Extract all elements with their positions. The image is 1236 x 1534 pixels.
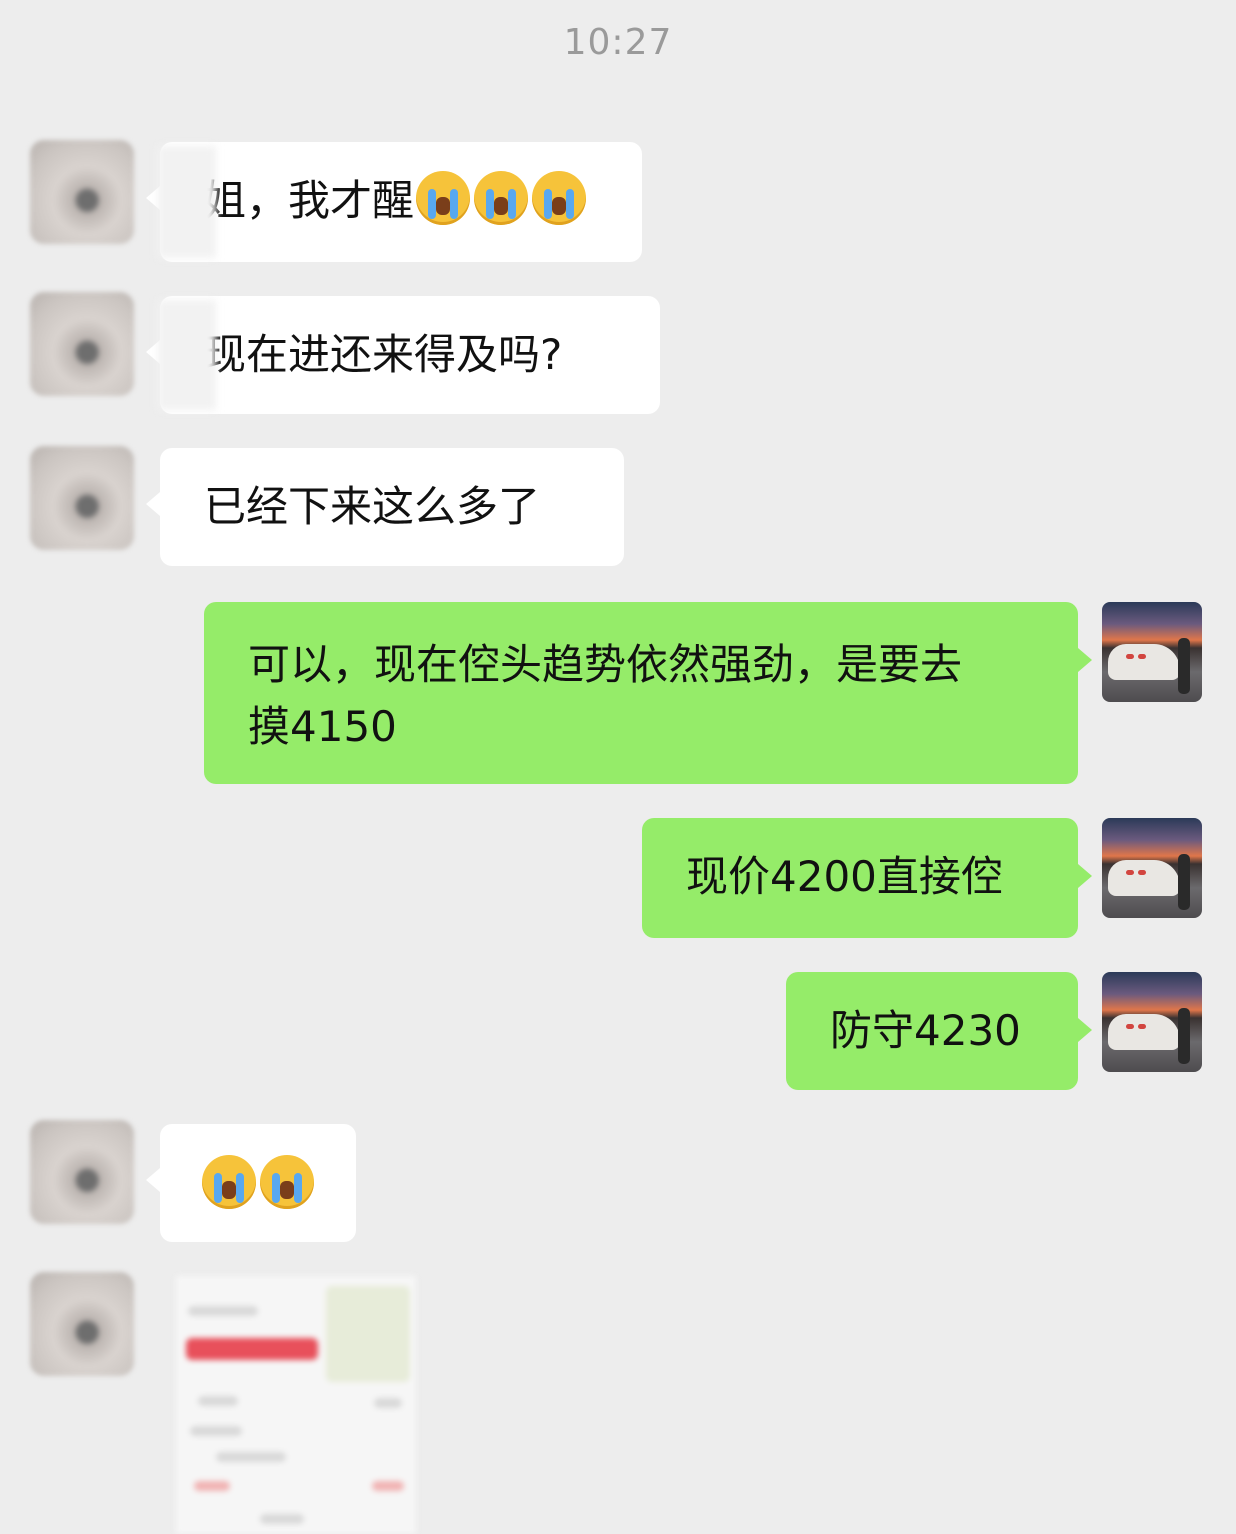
loudly-crying-face-icon — [532, 171, 587, 225]
chat-timestamp: 10:27 — [563, 22, 673, 63]
message-text: 已经下来这么多了 — [204, 482, 541, 531]
outgoing-message-bubble[interactable]: 可以，现在倥头趋势依然强劲，是要去 摸4150 — [204, 602, 1092, 784]
contact-avatar[interactable] — [30, 446, 134, 550]
outgoing-message-bubble[interactable]: 防守4230 — [786, 972, 1092, 1090]
loudly-crying-face-icon — [260, 1155, 314, 1209]
incoming-message-bubble[interactable]: 现在进还来得及吗? — [146, 296, 660, 414]
my-avatar[interactable] — [1102, 602, 1202, 702]
loudly-crying-face-icon — [474, 171, 529, 225]
contact-avatar[interactable] — [30, 140, 134, 244]
image-message[interactable] — [176, 1276, 416, 1534]
blur-mask — [158, 146, 216, 258]
incoming-message-bubble[interactable]: 姐，我才醒 — [146, 142, 642, 262]
outgoing-message-bubble[interactable]: 现价4200直接倥 — [642, 818, 1092, 938]
car-image — [1108, 644, 1180, 680]
incoming-message-bubble[interactable]: 已经下来这么多了 — [146, 448, 624, 566]
message-text-line: 可以，现在倥头趋势依然强劲，是要去 — [248, 640, 963, 689]
blurred-red-bar — [186, 1338, 318, 1360]
car-image — [1108, 1014, 1180, 1050]
my-avatar[interactable] — [1102, 818, 1202, 918]
loudly-crying-face-icon — [202, 1155, 256, 1209]
message-text: 姐，我才醒 — [204, 176, 415, 225]
message-text: 现价4200直接倥 — [686, 852, 1003, 901]
my-avatar[interactable] — [1102, 972, 1202, 1072]
loudly-crying-face-icon — [416, 171, 471, 225]
blurred-map-thumb — [326, 1286, 410, 1382]
message-text: 防守4230 — [830, 1006, 1021, 1055]
contact-avatar[interactable] — [30, 292, 134, 396]
blur-mask — [158, 300, 216, 410]
contact-avatar[interactable] — [30, 1272, 134, 1376]
incoming-message-bubble[interactable] — [146, 1124, 356, 1242]
car-image — [1108, 860, 1180, 896]
contact-avatar[interactable] — [30, 1120, 134, 1224]
message-text-line: 摸4150 — [248, 702, 397, 751]
message-text: 现在进还来得及吗? — [204, 330, 563, 379]
